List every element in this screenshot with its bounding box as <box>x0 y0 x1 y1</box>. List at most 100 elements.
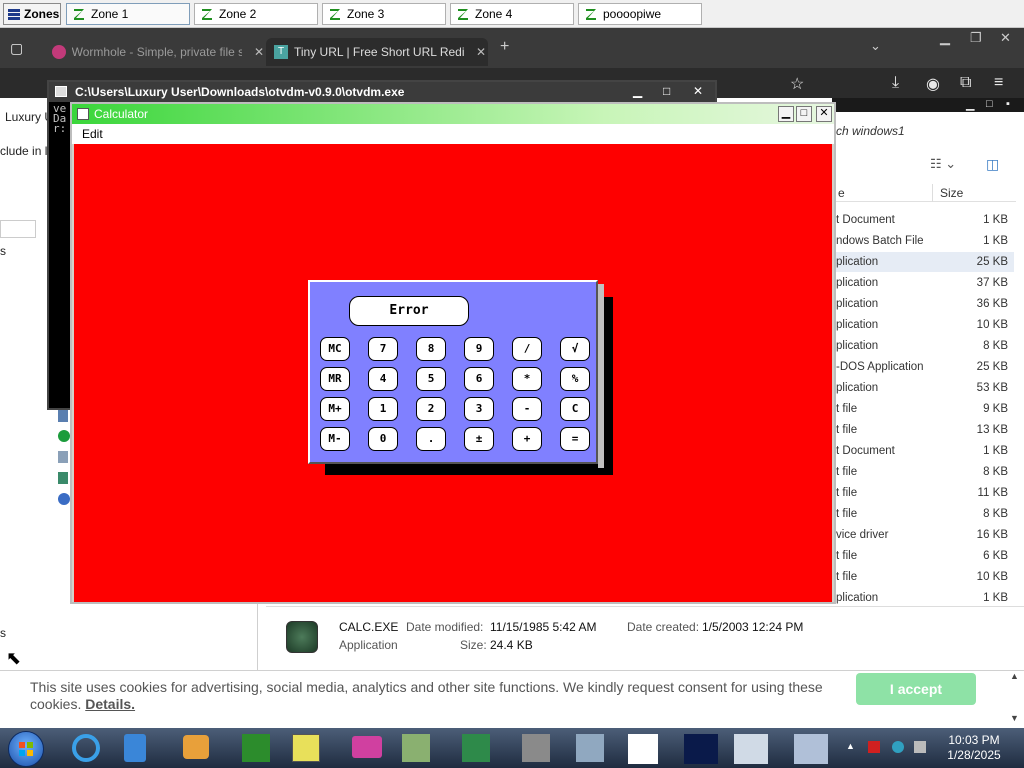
tab-list-chevron-icon[interactable]: ⌄ <box>870 38 881 54</box>
calculator-maximize-button[interactable]: □ <box>796 106 812 122</box>
menu-hamburger-icon[interactable]: ≡ <box>994 74 1003 92</box>
send-taskbar-icon[interactable] <box>680 730 720 766</box>
calculator-taskbar-icon[interactable] <box>790 730 830 766</box>
cookie-details-link[interactable]: Details. <box>85 696 135 712</box>
tray-volume-icon[interactable] <box>914 741 926 753</box>
browser-minimize-button[interactable]: ▁ <box>940 30 950 46</box>
calc-key[interactable]: % <box>560 367 590 391</box>
explorer-close-button[interactable]: ▪ <box>1006 98 1010 110</box>
network-taskbar-icon[interactable] <box>570 730 610 766</box>
calc-key[interactable]: 2 <box>416 397 446 421</box>
calc-key[interactable]: * <box>512 367 542 391</box>
browser-restore-button[interactable]: ❐ <box>970 30 982 46</box>
explorer-minimize-button[interactable]: ▁ <box>966 98 974 111</box>
calc-key[interactable]: MR <box>320 367 350 391</box>
explorer-maximize-button[interactable]: □ <box>986 98 993 110</box>
console-titlebar[interactable]: C:\Users\Luxury User\Downloads\otvdm-v0.… <box>49 82 715 102</box>
size-column-header[interactable]: Size <box>940 186 963 200</box>
tray-expand-icon[interactable]: ▲ <box>846 741 858 753</box>
calc-key[interactable]: / <box>512 337 542 361</box>
calc-key[interactable]: M- <box>320 427 350 451</box>
calc-key[interactable]: √ <box>560 337 590 361</box>
file-row[interactable]: t file 13 KB <box>836 420 1014 440</box>
excel-taskbar-icon[interactable] <box>456 730 496 766</box>
calculator-minimize-button[interactable]: ▁ <box>778 106 794 122</box>
ftp-taskbar-icon[interactable] <box>236 730 276 766</box>
zone-tab-2[interactable]: Zone 2 <box>194 3 318 25</box>
file-row[interactable]: plication 10 KB <box>836 315 1014 335</box>
zone-tab-3[interactable]: Zone 3 <box>322 3 446 25</box>
accept-cookies-button[interactable]: I accept <box>856 673 976 705</box>
account-icon[interactable]: ◉ <box>926 74 940 94</box>
calc-key[interactable]: = <box>560 427 590 451</box>
file-row[interactable]: plication 1 KB <box>836 588 1014 608</box>
ie-taskbar-icon[interactable] <box>66 730 106 766</box>
calc-key[interactable]: MC <box>320 337 350 361</box>
new-tab-button[interactable]: + <box>500 38 509 56</box>
calc-key[interactable]: 6 <box>464 367 494 391</box>
desktop-shortcut-icon[interactable] <box>58 451 68 463</box>
calc-key[interactable]: 1 <box>368 397 398 421</box>
console-close-button[interactable]: ✕ <box>693 84 703 98</box>
calculator-titlebar[interactable]: Calculator <box>72 104 834 124</box>
preview-pane-icon[interactable]: ◫ <box>986 156 999 173</box>
tab-groups-icon[interactable]: ▢ <box>10 40 23 57</box>
file-row[interactable]: t file 9 KB <box>836 399 1014 419</box>
bookmark-star-icon[interactable]: ☆ <box>790 74 804 94</box>
file-row[interactable]: t file 11 KB <box>836 483 1014 503</box>
file-row[interactable]: t file 10 KB <box>836 567 1014 587</box>
file-row[interactable]: t Document 1 KB <box>836 441 1014 461</box>
taskbar-clock[interactable]: 10:03 PM 1/28/2025 <box>936 733 1012 763</box>
file-row[interactable]: t file 8 KB <box>836 462 1014 482</box>
browser-tab-tinyurl[interactable]: T Tiny URL | Free Short URL Redirec ✕ <box>266 38 488 66</box>
browser-tab-wormhole[interactable]: Wormhole - Simple, private file s ✕ <box>44 38 264 66</box>
media-player-taskbar-icon[interactable] <box>176 730 216 766</box>
package-taskbar-icon[interactable] <box>516 730 556 766</box>
file-row[interactable]: ndows Batch File 1 KB <box>836 231 1014 251</box>
explorer-search-hint[interactable]: ch windows1 <box>836 124 905 138</box>
view-options-icon[interactable]: ☷ ⌄ <box>930 156 956 172</box>
sound-app-taskbar-icon[interactable] <box>396 730 436 766</box>
file-row[interactable]: plication 53 KB <box>836 378 1014 398</box>
tab-close-icon[interactable]: ✕ <box>476 45 486 59</box>
calc-key[interactable]: C <box>560 397 590 421</box>
menu-edit[interactable]: Edit <box>82 127 103 141</box>
console-minimize-button[interactable]: ▁ <box>633 84 642 98</box>
desktop-shortcut-icon[interactable] <box>58 430 70 442</box>
file-row[interactable]: vice driver 16 KB <box>836 525 1014 545</box>
zones-menu-button[interactable]: Zones <box>3 3 61 25</box>
scroll-up-icon[interactable]: ▲ <box>1010 671 1019 681</box>
blank-app-taskbar-icon[interactable] <box>624 730 664 766</box>
console-maximize-button[interactable]: □ <box>663 84 670 98</box>
tab-close-icon[interactable]: ✕ <box>254 45 264 59</box>
help-icon[interactable] <box>58 493 70 505</box>
file-row[interactable]: plication 8 KB <box>836 336 1014 356</box>
desktop-shortcut-icon[interactable] <box>58 472 68 484</box>
calc-key[interactable]: 8 <box>416 337 446 361</box>
calculator-close-button[interactable]: ✕ <box>816 106 832 122</box>
file-row[interactable]: plication 25 KB <box>836 252 1014 272</box>
calc-key[interactable]: 7 <box>368 337 398 361</box>
zone-tab-1[interactable]: Zone 1 <box>66 3 190 25</box>
tray-network-icon[interactable] <box>892 741 904 753</box>
file-row[interactable]: t file 6 KB <box>836 546 1014 566</box>
file-row[interactable]: t file 8 KB <box>836 504 1014 524</box>
left-pane-field[interactable] <box>0 220 36 238</box>
calc-key[interactable]: 3 <box>464 397 494 421</box>
notepad-pencil-taskbar-icon[interactable] <box>286 730 326 766</box>
extensions-icon[interactable]: ⧉ <box>960 74 971 92</box>
calc-key[interactable]: 9 <box>464 337 494 361</box>
browser-close-button[interactable]: ✕ <box>1000 30 1011 46</box>
scroll-down-icon[interactable]: ▼ <box>1010 713 1019 723</box>
start-button[interactable] <box>8 731 44 767</box>
calc-key[interactable]: M+ <box>320 397 350 421</box>
file-row[interactable]: plication 36 KB <box>836 294 1014 314</box>
zone-tab-4[interactable]: Zone 4 <box>450 3 574 25</box>
file-row[interactable]: t Document 1 KB <box>836 210 1014 230</box>
calc-key[interactable]: 0 <box>368 427 398 451</box>
calc-key[interactable]: ± <box>464 427 494 451</box>
window-app-taskbar-icon[interactable] <box>730 730 770 766</box>
desktop-shortcut-icon[interactable] <box>58 410 68 422</box>
zone-tab-5[interactable]: poooopiwe <box>578 3 702 25</box>
calc-key[interactable]: 4 <box>368 367 398 391</box>
